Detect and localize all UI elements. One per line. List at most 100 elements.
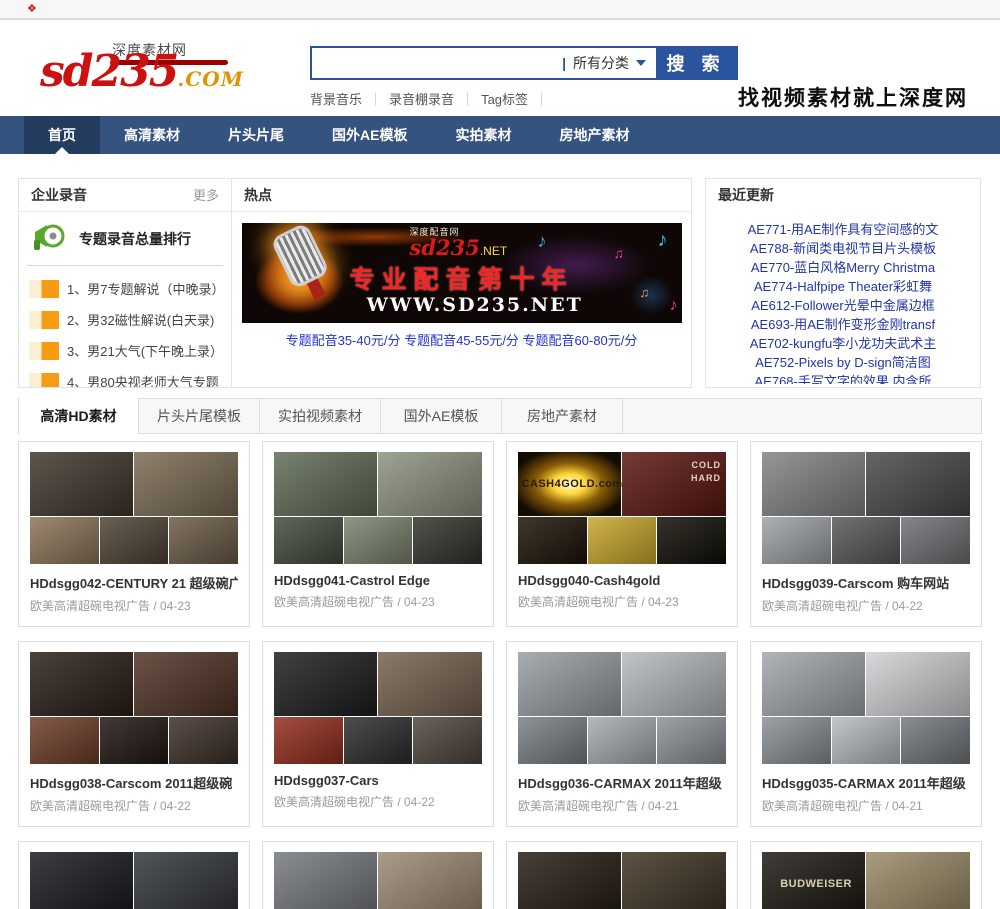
video-card[interactable]: HDdsgg041-Castrol Edge 欧美高清超碗电视广告 / 04-23 — [262, 441, 494, 627]
thumb-frame — [99, 517, 169, 564]
video-thumbnail — [30, 652, 238, 764]
update-link[interactable]: AE752-Pixels by D-sign简洁图 — [755, 355, 931, 370]
nav-item-首页[interactable]: 首页 — [24, 116, 100, 154]
video-card[interactable] — [18, 841, 250, 909]
update-item: AE768-手写文字的效果,内含所 — [706, 372, 980, 384]
video-card[interactable] — [262, 841, 494, 909]
video-thumbnail: CASH4GOLD.com COLD HARD — [518, 452, 726, 564]
video-title[interactable]: HDdsgg041-Castrol Edge — [274, 573, 482, 588]
tab-房地产素材[interactable]: 房地产素材 — [502, 399, 623, 433]
update-item: AE770-蓝白风格Merry Christma — [706, 258, 980, 277]
tab-国外AE模板[interactable]: 国外AE模板 — [381, 399, 502, 433]
update-item: AE788-新闻类电视节目片头模板 — [706, 239, 980, 258]
quick-link[interactable]: 录音棚录音 — [389, 92, 454, 107]
search-box: | 所有分类 搜 索 — [310, 46, 738, 80]
video-title[interactable]: HDdsgg037-Cars — [274, 773, 482, 788]
video-thumbnail — [762, 452, 970, 564]
music-note-icon: ♪ — [537, 231, 547, 251]
video-card[interactable]: HDdsgg036-CARMAX 2011年超级 欧美高清超碗电视广告 / 04-… — [506, 641, 738, 827]
separator-bar: ｜ — [461, 92, 475, 107]
video-title[interactable]: HDdsgg042-CENTURY 21 超级碗广 — [30, 573, 238, 592]
video-card[interactable]: HDdsgg037-Cars 欧美高清超碗电视广告 / 04-22 — [262, 641, 494, 827]
thumb-frame — [30, 452, 134, 516]
thumb-frame — [657, 517, 726, 564]
quick-link[interactable]: 背景音乐 — [310, 92, 362, 107]
video-card[interactable]: HDdsgg039-Carscom 购车网站 欧美高清超碗电视广告 / 04-22 — [750, 441, 982, 627]
thumb-frame — [134, 852, 238, 909]
active-tab-caret-icon — [55, 147, 69, 154]
search-input[interactable] — [312, 48, 559, 78]
video-meta: 欧美高清超碗电视广告 / 04-21 — [762, 799, 923, 813]
video-card[interactable]: HDdsgg042-CENTURY 21 超级碗广 欧美高清超碗电视广告 / 04… — [18, 441, 250, 627]
thumb-frame — [901, 717, 970, 764]
rank-bullet-icon — [29, 372, 59, 387]
music-note-icon: ♪ — [657, 229, 668, 251]
video-meta: 欧美高清超碗电视广告 / 04-23 — [518, 595, 679, 609]
site-header: 深度素材网 sd235.COM | 所有分类 搜 索 背景音乐 ｜ 录音棚录音 ｜ Ta… — [0, 20, 1000, 116]
rank-item[interactable]: 3、男21大气(下午晚上录） — [29, 335, 223, 366]
rank-item[interactable]: 2、男32磁性解说(白天录) — [29, 304, 221, 335]
rank-header: 专题录音总量排行 — [27, 212, 223, 266]
rank-bullet-icon — [29, 341, 59, 360]
tab-片头片尾模板[interactable]: 片头片尾模板 — [139, 399, 260, 433]
nav-item-高清素材[interactable]: 高清素材 — [100, 116, 204, 154]
update-link[interactable]: AE771-用AE制作具有空间感的文 — [748, 222, 939, 237]
video-card[interactable]: HDdsgg035-CARMAX 2011年超级欧美高清超碗电视广告 / 04-… — [750, 641, 982, 827]
update-link[interactable]: AE768-手写文字的效果,内含所 — [755, 374, 932, 384]
video-title[interactable]: HDdsgg035-CARMAX 2011年超级 — [762, 773, 970, 792]
update-item: AE771-用AE制作具有空间感的文 — [706, 220, 980, 239]
main-content: 企业录音 更多 专题录音总量排行 1、男7专题解说（中晚录） 2、男32磁性解说(… — [18, 178, 982, 909]
update-link[interactable]: AE612-Follower光晕中金属边框 — [751, 298, 935, 313]
nav-item-片头片尾[interactable]: 片头片尾 — [204, 116, 308, 154]
thumb-frame — [274, 517, 343, 564]
thumb-frame — [762, 717, 831, 764]
thumb-frame — [378, 852, 482, 909]
separator-bar: ｜ — [535, 92, 549, 107]
category-dropdown[interactable]: | 所有分类 — [558, 48, 656, 78]
video-title[interactable]: HDdsgg040-Cash4gold — [518, 573, 726, 588]
rank-bullet-icon — [29, 310, 59, 329]
update-link[interactable]: AE702-kungfu李小龙功夫武术主 — [750, 336, 936, 351]
tab-实拍视频素材[interactable]: 实拍视频素材 — [260, 399, 381, 433]
video-card[interactable]: HDdsgg038-Carscom 2011超级碗 欧美高清超碗电视广告 / 04… — [18, 641, 250, 827]
update-item: AE612-Follower光晕中金属边框 — [706, 296, 980, 315]
nav-item-房地产素材[interactable]: 房地产素材 — [535, 116, 653, 154]
nav-item-国外AE模板[interactable]: 国外AE模板 — [308, 116, 431, 154]
panel-header: 最近更新 — [706, 179, 980, 212]
video-title[interactable]: HDdsgg036-CARMAX 2011年超级 — [518, 773, 726, 792]
main-nav: 首页 高清素材 片头片尾 国外AE模板 实拍素材 房地产素材 — [0, 116, 1000, 154]
promo-banner[interactable]: 深度配音网 sd235.NET 专业配音第十年 WWW.SD235.NET ♪ … — [241, 223, 682, 323]
update-item: AE702-kungfu李小龙功夫武术主 — [706, 334, 980, 353]
video-title[interactable]: HDdsgg039-Carscom 购车网站 — [762, 573, 970, 592]
panel-hot: 热点 深度配音网 sd235.NET 专业配音第十年 WWW.SD235.NET… — [231, 178, 692, 388]
thumb-frame — [762, 652, 866, 716]
thumb-frame — [831, 517, 901, 564]
more-link[interactable]: 更多 — [193, 179, 219, 212]
tab-高清HD素材[interactable]: 高清HD素材 — [18, 398, 139, 434]
video-title[interactable]: HDdsgg038-Carscom 2011超级碗 — [30, 773, 238, 792]
update-link[interactable]: AE788-新闻类电视节目片头模板 — [750, 241, 936, 256]
site-logo[interactable]: 深度素材网 sd235.COM — [40, 40, 243, 100]
rank-item[interactable]: 4、男80央视老师大气专题 — [29, 366, 221, 387]
card-grid: HDdsgg042-CENTURY 21 超级碗广欧美高清超碗电视广告 / 04… — [18, 441, 982, 909]
nav-item-实拍素材[interactable]: 实拍素材 — [431, 116, 535, 154]
banner-headline: 专业配音第十年 — [349, 266, 574, 294]
video-thumbnail: BUDWEISER — [762, 852, 970, 909]
update-link[interactable]: AE693-用AE制作变形金刚transf — [751, 317, 935, 332]
update-link[interactable]: AE774-Halfpipe Theater彩虹舞 — [754, 279, 932, 294]
pricing-link[interactable]: 专题配音35-40元/分 专题配音45-55元/分 专题配音60-80元/分 — [232, 330, 691, 349]
search-button[interactable]: 搜 索 — [656, 48, 736, 78]
video-thumbnail — [274, 652, 482, 764]
rank-item[interactable]: 1、男7专题解说（中晚录） — [29, 273, 224, 304]
thumb-frame — [378, 452, 482, 516]
thumb-frame — [657, 717, 726, 764]
panel-title: 热点 — [244, 187, 272, 203]
thumb-overlay-text: BUDWEISER — [780, 878, 852, 890]
megaphone-icon — [31, 221, 67, 256]
video-card[interactable]: BUDWEISER — [750, 841, 982, 909]
thumb-frame — [274, 717, 343, 764]
video-card[interactable] — [506, 841, 738, 909]
quick-link[interactable]: Tag标签 — [481, 92, 528, 107]
video-card[interactable]: CASH4GOLD.com COLD HARD HDdsgg040-Cash4gol… — [506, 441, 738, 627]
update-link[interactable]: AE770-蓝白风格Merry Christma — [751, 260, 935, 275]
